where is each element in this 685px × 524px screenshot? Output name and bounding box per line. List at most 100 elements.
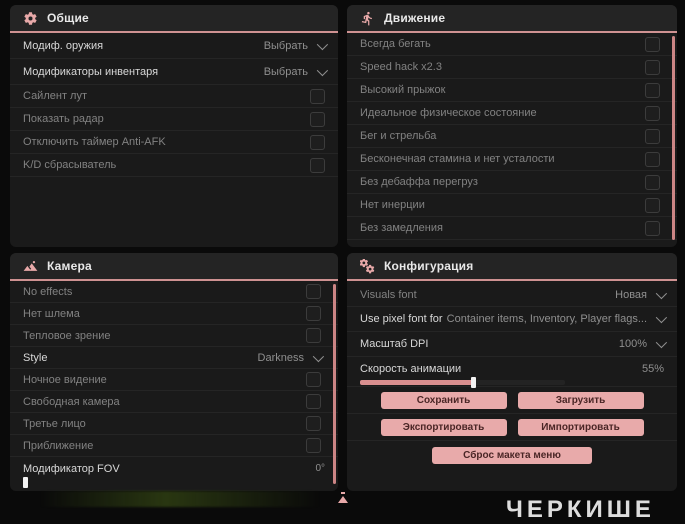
checkbox[interactable] [306, 306, 321, 321]
setting-row-run-and-shoot[interactable]: Бег и стрельба [347, 125, 677, 148]
button-row-reset: Сброс макета меню [347, 441, 677, 469]
panel-general-header: Общие [10, 5, 338, 33]
setting-row-speed-hack[interactable]: Speed hack x2.3 [347, 56, 677, 79]
checkbox[interactable] [306, 394, 321, 409]
setting-row-no-slowdown[interactable]: Без замедления [347, 217, 677, 240]
setting-label: Отключить таймер Anti-AFK [23, 136, 166, 148]
checkbox[interactable] [310, 88, 325, 104]
setting-row-zoom[interactable]: Приближение [10, 435, 338, 457]
export-button[interactable]: Экспортировать [380, 418, 507, 436]
panel-config-header: Конфигурация [347, 253, 677, 281]
setting-row-style[interactable]: Style Darkness [10, 347, 338, 369]
save-button[interactable]: Сохранить [380, 391, 507, 409]
setting-row-third-person[interactable]: Третье лицо [10, 413, 338, 435]
setting-label: Visuals font [360, 288, 417, 301]
checkbox[interactable] [645, 220, 660, 236]
checkbox[interactable] [306, 438, 321, 453]
button-row-export-import: Экспортировать Импортировать [347, 414, 677, 441]
setting-row-fov-modifier[interactable]: Модификатор FOV 0° [10, 457, 338, 488]
checkbox[interactable] [645, 105, 660, 121]
checkbox[interactable] [645, 174, 660, 190]
setting-row-no-overload-debuff[interactable]: Без дебаффа перегруз [347, 171, 677, 194]
setting-row-free-camera[interactable]: Свободная камера [10, 391, 338, 413]
game-background-glow [40, 491, 320, 507]
panel-title: Движение [384, 11, 446, 25]
setting-label: Масштаб DPI [360, 338, 429, 350]
setting-row-anti-afk[interactable]: Отключить таймер Anti-AFK [10, 131, 338, 154]
checkbox[interactable] [310, 157, 325, 173]
setting-row-animation-speed[interactable]: Скорость анимации 55% [347, 357, 677, 388]
dropdown-inventory-mods[interactable]: Выбрать [263, 64, 329, 78]
setting-label: Use pixel font for [360, 313, 443, 325]
checkbox[interactable] [306, 372, 321, 387]
panel-camera-body: No effects Нет шлема Тепловое зрение Sty… [10, 281, 338, 488]
setting-row-no-effects[interactable]: No effects [10, 281, 338, 303]
import-button[interactable]: Импортировать [517, 418, 644, 436]
dropdown-weapon-mod[interactable]: Выбрать [264, 38, 329, 52]
setting-label: Модификатор FOV [23, 462, 120, 475]
chevron-down-icon [312, 350, 325, 362]
setting-row-perfect-condition[interactable]: Идеальное физическое состояние [347, 102, 677, 125]
checkbox[interactable] [306, 284, 321, 299]
checkbox[interactable] [310, 111, 325, 127]
slider-handle[interactable] [470, 377, 476, 388]
double-gear-icon [360, 258, 375, 274]
scrollbar[interactable] [672, 36, 675, 240]
panel-title: Общие [47, 11, 89, 25]
panel-general: Общие Модиф. оружия Выбрать Модификаторы… [10, 5, 338, 247]
setting-row-infinite-stamina[interactable]: Бесконечная стамина и нет усталости [347, 148, 677, 171]
checkbox[interactable] [310, 134, 325, 150]
setting-row-dpi-scale[interactable]: Масштаб DPI 100% [347, 332, 677, 357]
setting-row-thermal-vision[interactable]: Тепловое зрение [10, 325, 338, 347]
setting-row-pixel-font[interactable]: Use pixel font for Container items, Inve… [347, 307, 677, 332]
dropdown-value: Выбрать [263, 65, 308, 78]
panel-camera: Камера No effects Нет шлема Тепловое зре… [10, 253, 338, 491]
checkbox[interactable] [306, 416, 321, 431]
slider-handle[interactable] [23, 477, 28, 488]
setting-label: Без дебаффа перегруз [360, 176, 478, 188]
setting-label: Ночное видение [23, 373, 107, 386]
setting-row-always-run[interactable]: Всегда бегать [347, 33, 677, 56]
dropdown-visuals-font[interactable]: Новая [615, 287, 668, 301]
setting-label: Приближение [23, 439, 94, 452]
setting-label: Нет шлема [23, 307, 80, 320]
setting-row-silent-loot[interactable]: Сайлент лут [10, 85, 338, 108]
slider-fill [360, 380, 473, 385]
chevron-down-icon [655, 287, 668, 299]
fov-value: 0° [315, 463, 325, 474]
cursor-pointer [338, 492, 348, 503]
setting-label: Высокий прыжок [360, 84, 446, 96]
dropdown-value: Darkness [257, 351, 304, 364]
load-button[interactable]: Загрузить [517, 391, 644, 409]
checkbox[interactable] [645, 59, 660, 75]
setting-row-visuals-font[interactable]: Visuals font Новая [347, 283, 677, 307]
checkbox[interactable] [645, 36, 660, 52]
landscape-icon [23, 259, 38, 274]
animation-speed-slider[interactable] [360, 377, 565, 388]
dropdown-value: Новая [615, 288, 647, 301]
setting-row-high-jump[interactable]: Высокий прыжок [347, 79, 677, 102]
reset-menu-layout-button[interactable]: Сброс макета меню [432, 446, 592, 464]
checkbox[interactable] [645, 82, 660, 98]
setting-row-no-helmet[interactable]: Нет шлема [10, 303, 338, 325]
dropdown-pixel-font[interactable]: Container items, Inventory, Player flags… [447, 311, 668, 325]
checkbox[interactable] [306, 328, 321, 343]
checkbox[interactable] [645, 197, 660, 213]
setting-label: Свободная камера [23, 395, 120, 408]
setting-row-show-radar[interactable]: Показать радар [10, 108, 338, 131]
setting-row-night-vision[interactable]: Ночное видение [10, 369, 338, 391]
dropdown-style[interactable]: Darkness [257, 350, 325, 364]
setting-row-no-inertia[interactable]: Нет инерции [347, 194, 677, 217]
setting-row-kd-reset[interactable]: K/D сбрасыватель [10, 154, 338, 177]
scrollbar[interactable] [333, 284, 336, 484]
dropdown-dpi-scale[interactable]: 100% [619, 336, 668, 350]
fov-slider[interactable] [23, 477, 325, 488]
checkbox[interactable] [645, 151, 660, 167]
chevron-down-icon [655, 336, 668, 349]
panel-movement-header: Движение [347, 5, 677, 33]
setting-label: No effects [23, 285, 73, 298]
setting-row-weapon-mod[interactable]: Модиф. оружия Выбрать [10, 33, 338, 59]
checkbox[interactable] [645, 128, 660, 144]
setting-row-inventory-mods[interactable]: Модификаторы инвентаря Выбрать [10, 59, 338, 85]
panel-general-body: Модиф. оружия Выбрать Модификаторы инвен… [10, 33, 338, 177]
